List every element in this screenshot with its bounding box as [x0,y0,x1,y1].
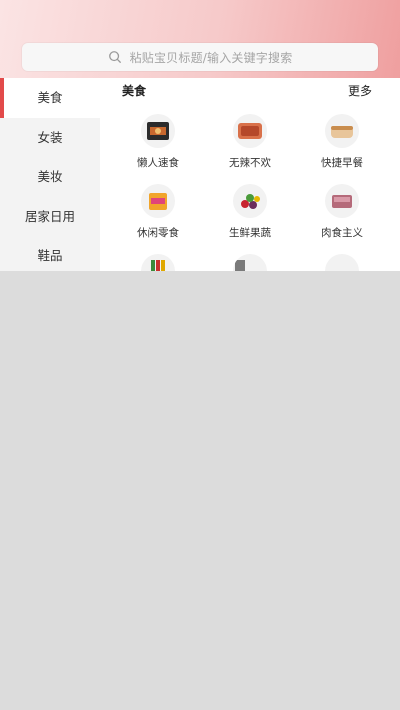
grid-item-snacks[interactable]: 休闲零食 [112,184,204,240]
snack-pack-icon [141,184,175,218]
more-link[interactable]: 更多 [348,82,372,99]
sidebar-item-food[interactable]: 美食 [0,78,100,118]
sidebar-item-household[interactable]: 居家日用 [0,197,100,237]
grid-item-row3-2[interactable] [204,254,296,271]
search-bar[interactable]: 粘贴宝贝标题/输入关键字搜索 [22,43,378,71]
search-icon [108,51,121,63]
grid-item-label: 休闲零食 [137,227,179,239]
grid-item-fresh[interactable]: 生鲜果蔬 [204,184,296,240]
grid-item-meat[interactable]: 肉食主义 [296,184,388,240]
grid-item-breakfast[interactable]: 快捷早餐 [296,114,388,170]
grid-item-label: 无辣不欢 [229,157,271,169]
search-input[interactable]: 粘贴宝贝标题/输入关键字搜索 [130,49,293,66]
grid-item-label: 生鲜果蔬 [229,227,271,239]
grid-item-label: 快捷早餐 [321,157,363,169]
instant-food-icon [141,114,175,148]
sidebar-item-beauty[interactable]: 美妆 [0,157,100,197]
grid-item-label: 懒人速食 [137,157,179,169]
grid-item-label: 肉食主义 [321,227,363,239]
product-thumb-icon [233,254,267,271]
loading-overlay [0,271,400,710]
meat-pack-icon [325,184,359,218]
category-content: 美食 更多 懒人速食 无辣不欢 快捷早餐 休闲零食 生鲜果蔬 肉食主义 [100,78,400,271]
drinks-bottles-icon [141,254,175,271]
fresh-produce-icon [233,184,267,218]
category-sidebar: 美食 女装 美妆 居家日用 鞋品 [0,78,100,271]
grid-item-drinks[interactable] [112,254,204,271]
section-title: 美食 [122,84,147,98]
grid-item-spicy[interactable]: 无辣不欢 [204,114,296,170]
breakfast-bread-icon [325,114,359,148]
category-panel: 美食 女装 美妆 居家日用 鞋品 美食 更多 懒人速食 无辣不欢 快捷早餐 休闲… [0,78,400,271]
spicy-meat-icon [233,114,267,148]
grid-item-instant-food[interactable]: 懒人速食 [112,114,204,170]
sidebar-item-womens-clothing[interactable]: 女装 [0,118,100,158]
product-thumb-icon [325,254,359,271]
grid-item-row3-3[interactable] [296,254,388,271]
sidebar-item-shoes[interactable]: 鞋品 [0,236,100,271]
